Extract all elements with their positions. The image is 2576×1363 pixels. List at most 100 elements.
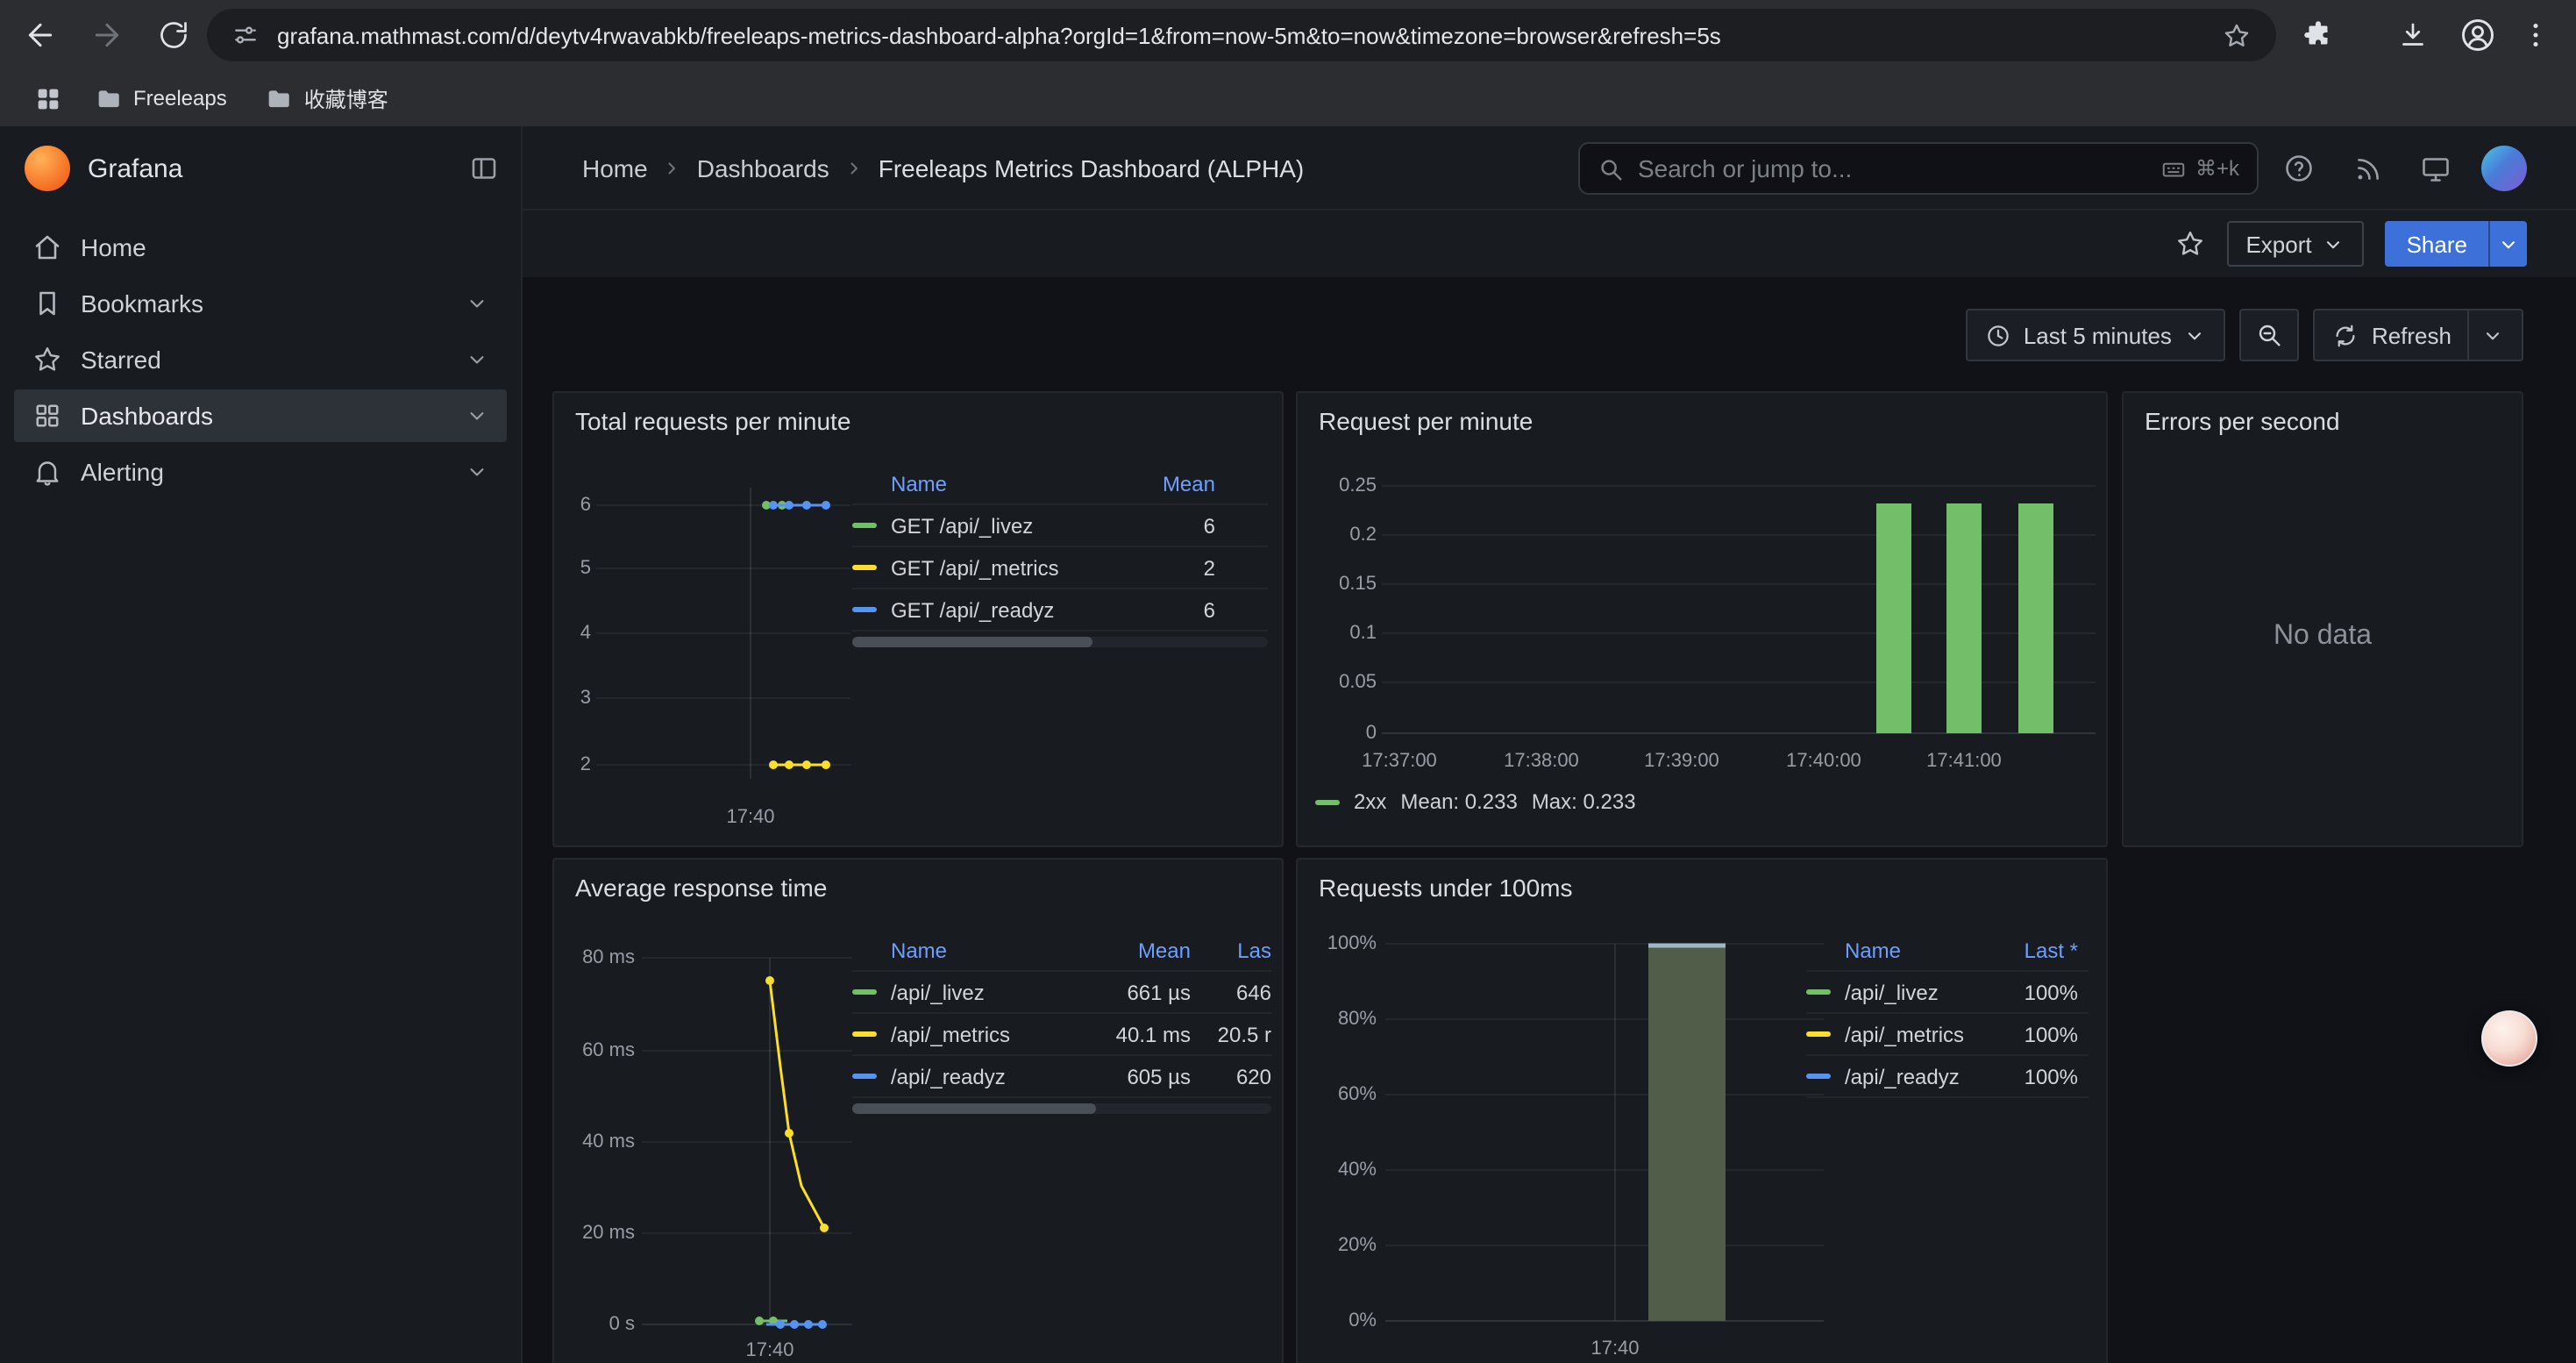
search-box: ⌘+k [1578, 142, 2259, 195]
legend-col-mean[interactable]: Mean [1078, 938, 1191, 962]
panel-title[interactable]: Total requests per minute [575, 407, 850, 435]
forward-button[interactable] [81, 9, 133, 61]
series-last: 100% [1983, 1022, 2089, 1046]
browser-menu-button[interactable] [2515, 14, 2557, 56]
profile-button[interactable] [2457, 14, 2499, 56]
series-name[interactable]: /api/_readyz [1845, 1064, 1983, 1088]
bell-icon [32, 456, 63, 488]
chevron-down-icon[interactable] [465, 291, 489, 316]
series-name[interactable]: 2xx [1354, 789, 1386, 814]
legend-table: Name Mean Las /api/_livez 661 µs 646 [852, 930, 1271, 1098]
series-name[interactable]: /api/_readyz [891, 1064, 1078, 1088]
sidebar-item-alerting[interactable]: Alerting [14, 446, 507, 498]
series-mean: 6 [1204, 597, 1268, 622]
series-swatch [1806, 989, 1831, 995]
panel-title[interactable]: Requests under 100ms [1319, 874, 1573, 902]
chevron-down-icon[interactable] [465, 460, 489, 484]
site-settings-icon[interactable] [231, 21, 260, 49]
url-text[interactable]: grafana.mathmast.com/d/deytv4rwavabkb/fr… [277, 22, 2204, 48]
chevron-down-icon [2323, 232, 2345, 255]
panel-title[interactable]: Errors per second [2145, 407, 2340, 435]
sidebar: Grafana Home Bookmarks Starred [0, 126, 523, 1363]
sidebar-item-starred[interactable]: Starred [14, 333, 507, 386]
breadcrumb-dashboards[interactable]: Dashboards [697, 154, 829, 182]
x-tick: 17:41:00 [1915, 749, 2013, 774]
series-swatch [852, 1074, 877, 1079]
series-name[interactable]: /api/_livez [1845, 980, 1983, 1004]
star-icon [2174, 228, 2205, 260]
apps-shortcut-button[interactable] [25, 75, 70, 121]
series-mean: 2 [1204, 555, 1268, 580]
chevron-right-icon [843, 158, 865, 179]
help-button[interactable] [2281, 151, 2316, 186]
legend-row: /api/_livez 100% [1806, 972, 2089, 1014]
legend-row: GET /api/_metrics 2 [852, 547, 1268, 589]
legend-col-name[interactable]: Name [891, 938, 1078, 962]
grafana-logo[interactable] [25, 146, 70, 191]
clock-icon [1985, 322, 2011, 348]
search-input[interactable] [1638, 154, 2146, 182]
legend-scrollbar-thumb[interactable] [852, 637, 1093, 647]
main-area: Home Dashboards Freeleaps Metrics Dashbo… [523, 126, 2576, 1363]
back-button[interactable] [14, 9, 67, 61]
legend-col-name[interactable]: Name [891, 471, 947, 496]
y-tick: 40% [1298, 1158, 1377, 1182]
downloads-button[interactable] [2392, 14, 2434, 56]
series-last: 20.5 r [1191, 1022, 1271, 1046]
chevron-down-icon[interactable] [465, 403, 489, 428]
y-tick: 0.25 [1298, 474, 1377, 498]
series-name[interactable]: GET /api/_metrics [891, 555, 1059, 580]
series-swatch [852, 607, 877, 612]
sidebar-item-dashboards[interactable]: Dashboards [14, 389, 507, 442]
legend-col-last[interactable]: Las [1191, 938, 1271, 962]
floating-assistant-avatar[interactable] [2481, 1010, 2537, 1067]
user-avatar[interactable] [2481, 146, 2527, 191]
refresh-picker[interactable]: Refresh [2314, 309, 2523, 361]
bookmark-folder-blogs[interactable]: 收藏博客 [252, 76, 402, 120]
series-name[interactable]: /api/_metrics [1845, 1022, 1983, 1046]
share-menu-button[interactable] [2488, 221, 2527, 267]
legend-col-mean[interactable]: Mean [1163, 471, 1268, 496]
share-button[interactable]: Share [2386, 221, 2488, 267]
series-name[interactable]: /api/_metrics [891, 1022, 1078, 1046]
reload-button[interactable] [147, 9, 200, 61]
favorite-star-button[interactable] [2174, 228, 2205, 260]
panel-title[interactable]: Average response time [575, 874, 827, 902]
sidebar-item-label: Home [81, 233, 146, 261]
zoom-out-button[interactable] [2240, 309, 2300, 361]
legend-scrollbar [852, 1103, 1271, 1114]
series-name[interactable]: GET /api/_readyz [891, 597, 1054, 622]
refresh-interval-button[interactable] [2467, 310, 2504, 360]
series-name[interactable]: GET /api/_livez [891, 513, 1033, 538]
refresh-label: Refresh [2372, 322, 2451, 348]
export-button[interactable]: Export [2226, 221, 2364, 267]
sidebar-item-bookmarks[interactable]: Bookmarks [14, 277, 507, 330]
line-chart [596, 463, 850, 814]
folder-icon [95, 84, 123, 112]
bookmark-star-icon[interactable] [2222, 20, 2252, 50]
legend-scrollbar-thumb[interactable] [852, 1103, 1095, 1114]
y-tick: 0 [1298, 721, 1377, 746]
extensions-button[interactable] [2297, 14, 2339, 56]
bookmark-folder-freeleaps[interactable]: Freeleaps [81, 77, 241, 119]
display-button[interactable] [2418, 151, 2453, 186]
address-bar[interactable]: grafana.mathmast.com/d/deytv4rwavabkb/fr… [207, 9, 2276, 61]
screen: grafana.mathmast.com/d/deytv4rwavabkb/fr… [0, 0, 2576, 1363]
person-icon [2459, 16, 2497, 54]
sidebar-item-label: Starred [81, 346, 161, 374]
legend-col-name[interactable]: Name [1845, 938, 1983, 962]
collapse-sidebar-button[interactable] [468, 153, 500, 184]
series-name[interactable]: /api/_livez [891, 980, 1078, 1004]
chevron-down-icon[interactable] [465, 347, 489, 372]
legend-col-last[interactable]: Last * [1983, 938, 2089, 962]
y-tick: 0 s [554, 1312, 635, 1337]
share-split-button: Share [2386, 221, 2527, 267]
y-tick: 60% [1298, 1082, 1377, 1107]
panel-title[interactable]: Request per minute [1319, 407, 1533, 435]
grafana-app: Grafana Home Bookmarks Starred [0, 126, 2576, 1363]
news-button[interactable] [2350, 151, 2385, 186]
chevron-right-icon [662, 158, 683, 179]
sidebar-item-home[interactable]: Home [14, 221, 507, 274]
breadcrumb-home[interactable]: Home [582, 154, 648, 182]
time-range-picker[interactable]: Last 5 minutes [1966, 309, 2226, 361]
